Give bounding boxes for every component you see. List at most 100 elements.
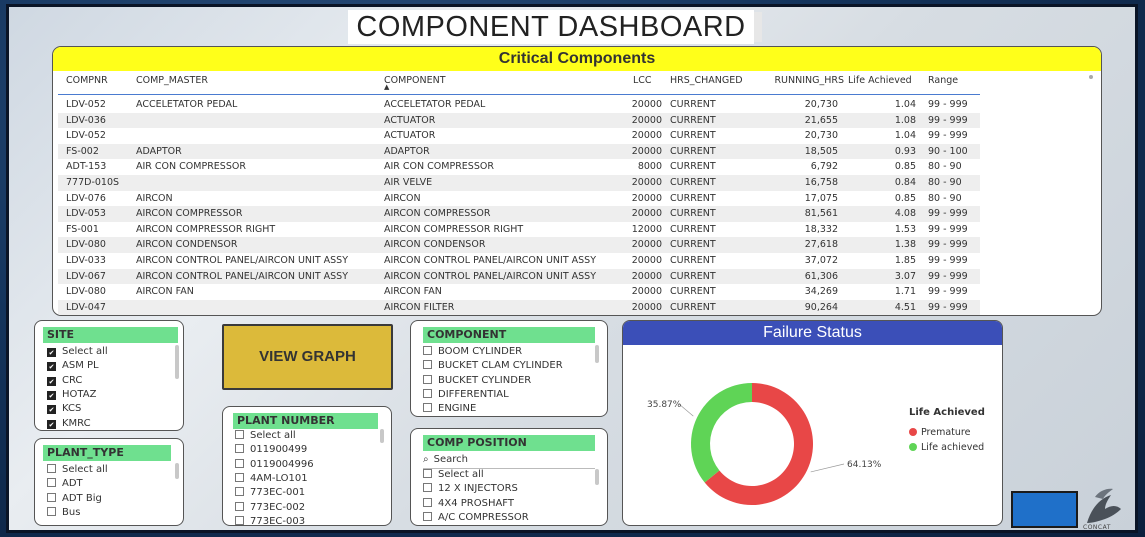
slicer-item[interactable]: ✔ CRC xyxy=(47,374,82,388)
plant-type-scrollbar[interactable] xyxy=(175,463,179,479)
checkbox-icon[interactable]: ✔ xyxy=(47,376,56,386)
table-row[interactable]: LDV-052 ACCELETATOR PEDAL ACCELETATOR PEDA… xyxy=(58,97,980,113)
plant-number-slicer[interactable]: PLANT NUMBER Select all 011900499 01190049… xyxy=(222,406,392,526)
col-running-hrs-cell: 37,072 xyxy=(804,255,838,266)
slicer-item[interactable]: DIFFERENTIAL xyxy=(423,388,509,402)
slicer-item[interactable]: 12 X INJECTORS xyxy=(423,482,518,496)
col-component-cell: AIR VELVE xyxy=(384,177,433,188)
table-row[interactable]: 777D-010S AIR VELVE 20000 CURRENT 16,758 0.84… xyxy=(58,175,980,191)
checkbox-icon[interactable]: ✔ xyxy=(47,362,56,372)
col-life-achieved-cell: 4.08 xyxy=(894,208,916,220)
col-comp-master-header[interactable]: COMP_MASTER xyxy=(136,75,208,95)
table-row[interactable]: LDV-036 ACTUATOR 20000 CURRENT 21,655 1.08 99 … xyxy=(58,112,980,129)
site-slicer[interactable]: SITE ✔ Select all ✔ ASM PL ✔ CRC ✔ HOTAZ ✔ KCS ✔ KM… xyxy=(34,320,184,431)
checkbox-icon[interactable]: ✔ xyxy=(47,348,56,357)
critical-components-table[interactable]: Critical Components COMPNR COMP_MASTER COM… xyxy=(52,46,1102,316)
checkbox-icon[interactable] xyxy=(423,403,432,413)
slicer-item[interactable]: 0119004996 xyxy=(235,458,314,472)
comp-position-slicer[interactable]: COMP POSITION ⌕ Search Select all 12 X INJ… xyxy=(410,428,608,526)
component-slicer[interactable]: COMPONENT BOOM CYLINDER BUCKET CLAM CYLIN… xyxy=(410,320,608,417)
slicer-item[interactable]: 4X4 PROSHAFT xyxy=(423,497,514,511)
donut-slice-life-achieved[interactable] xyxy=(691,383,752,483)
view-graph-button[interactable]: VIEW GRAPH xyxy=(222,324,393,390)
slicer-item[interactable]: Select all xyxy=(235,429,296,443)
table-row[interactable]: LDV-080 AIRCON FAN AIRCON FAN 20000 CURRENT 3… xyxy=(58,284,980,300)
col-lcc-cell: 8000 xyxy=(637,161,662,173)
table-row[interactable]: LDV-080 AIRCON CONDENSOR AIRCON CONDENSOR 2… xyxy=(58,237,980,253)
table-row[interactable]: LDV-033 AIRCON CONTROL PANEL/AIRCON UNIT … xyxy=(58,253,980,269)
checkbox-icon[interactable]: ✔ xyxy=(47,405,56,415)
slicer-item[interactable]: ✔ Select all xyxy=(47,345,108,359)
plant-number-scrollbar[interactable] xyxy=(380,429,384,443)
col-life-achieved-header[interactable]: Life Achieved xyxy=(848,75,912,95)
checkbox-icon[interactable] xyxy=(47,464,56,473)
table-row[interactable]: LDV-053 AIRCON COMPRESSOR AIRCON COMPRESSO… xyxy=(58,206,980,222)
table-row[interactable]: LDV-047 AIRCON FILTER 20000 CURRENT 90,264 4.… xyxy=(58,299,980,315)
table-row[interactable]: FS-001 AIRCON COMPRESSOR RIGHT AIRCON COMP… xyxy=(58,222,980,238)
slicer-item[interactable]: Select all xyxy=(47,463,108,477)
slicer-item[interactable]: BUCKET CLAM CYLINDER xyxy=(423,359,563,373)
checkbox-icon[interactable] xyxy=(47,492,56,502)
col-compnr-cell: LDV-052 xyxy=(66,99,106,110)
slicer-item[interactable]: BOOM CYLINDER xyxy=(423,345,522,359)
comp-position-scrollbar[interactable] xyxy=(595,469,599,485)
checkbox-icon[interactable] xyxy=(423,360,432,370)
checkbox-icon[interactable] xyxy=(235,501,244,511)
checkbox-icon[interactable] xyxy=(423,346,432,355)
slicer-item[interactable]: BUCKET CYLINDER xyxy=(423,374,531,388)
table-row[interactable]: LDV-067 AIRCON CONTROL PANEL/AIRCON UNIT … xyxy=(58,268,980,285)
checkbox-icon[interactable]: ✔ xyxy=(47,419,56,429)
checkbox-icon[interactable] xyxy=(423,469,432,478)
col-range-header[interactable]: Range xyxy=(928,75,958,95)
site-scrollbar[interactable] xyxy=(175,345,179,379)
blue-button[interactable] xyxy=(1011,491,1078,528)
checkbox-icon[interactable] xyxy=(423,511,432,521)
col-compnr-header[interactable]: COMPNR xyxy=(66,75,108,95)
col-hrs-changed-header[interactable]: HRS_CHANGED xyxy=(670,75,743,95)
slicer-item[interactable]: 011900499 xyxy=(235,443,307,457)
checkbox-icon[interactable] xyxy=(423,374,432,384)
checkbox-icon[interactable] xyxy=(423,497,432,507)
slicer-item[interactable]: ✔ ASM PL xyxy=(47,359,99,373)
checkbox-icon[interactable] xyxy=(423,388,432,398)
slicer-item[interactable]: ✔ HOTAZ xyxy=(47,388,96,402)
table-scroll-thumb[interactable] xyxy=(1089,75,1093,79)
checkbox-icon[interactable]: ✔ xyxy=(47,390,56,400)
checkbox-icon[interactable] xyxy=(47,506,56,516)
col-lcc-header[interactable]: LCC xyxy=(633,75,652,95)
checkbox-icon[interactable] xyxy=(235,430,244,439)
search-box[interactable]: ⌕ Search xyxy=(423,453,468,467)
slicer-item[interactable]: A/C COMPRESSOR xyxy=(423,511,529,525)
table-row[interactable]: LDV-052 ACTUATOR 20000 CURRENT 20,730 1.04 99 … xyxy=(58,128,980,144)
legend-item[interactable]: Life achieved xyxy=(909,442,984,453)
checkbox-icon[interactable] xyxy=(235,487,244,497)
checkbox-icon[interactable] xyxy=(235,444,244,454)
slicer-item[interactable]: 773EC-003 xyxy=(235,515,305,525)
checkbox-icon[interactable] xyxy=(235,472,244,482)
slicer-item[interactable]: ✔ KCS xyxy=(47,402,81,416)
legend-item[interactable]: Premature xyxy=(909,427,970,438)
slicer-item[interactable]: ADT Big xyxy=(47,492,102,506)
slicer-item[interactable]: 773EC-001 xyxy=(235,486,305,500)
table-row[interactable]: LDV-076 AIRCON AIRCON 20000 CURRENT 17,075 0.8… xyxy=(58,191,980,207)
slicer-item[interactable]: ✔ KMRC xyxy=(47,417,91,431)
slicer-item[interactable]: ENGINE xyxy=(423,402,476,416)
plant-type-slicer[interactable]: PLANT_TYPE Select all ADT ADT Big Bus xyxy=(34,438,184,526)
col-component-header[interactable]: COMPONENT xyxy=(384,75,446,95)
table-row[interactable]: ADT-153 AIR CON COMPRESSOR AIR CON COMPRES… xyxy=(58,159,980,175)
table-row[interactable]: FS-002 ADAPTOR ADAPTOR 20000 CURRENT 18,505 0.… xyxy=(58,143,980,160)
checkbox-icon[interactable] xyxy=(235,515,244,525)
sort-ascending-icon[interactable]: ▲ xyxy=(384,83,389,91)
col-compnr-cell: LDV-080 xyxy=(66,286,106,298)
slicer-item[interactable]: Select all xyxy=(423,468,484,482)
slicer-item[interactable]: ADT xyxy=(47,477,83,491)
col-running-hrs-header[interactable]: RUNNING_HRS xyxy=(774,75,844,95)
slicer-item[interactable]: 773EC-002 xyxy=(235,501,305,515)
col-component-cell: AIRCON FAN xyxy=(384,286,442,298)
component-scrollbar[interactable] xyxy=(595,345,599,363)
checkbox-icon[interactable] xyxy=(235,458,244,468)
slicer-item[interactable]: Bus xyxy=(47,506,80,520)
checkbox-icon[interactable] xyxy=(423,483,432,493)
checkbox-icon[interactable] xyxy=(47,478,56,488)
slicer-item[interactable]: 4AM-LO101 xyxy=(235,472,308,486)
